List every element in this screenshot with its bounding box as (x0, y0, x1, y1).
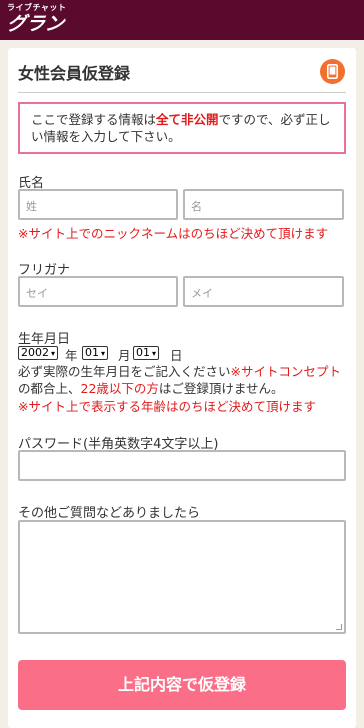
last-kana-input[interactable]: セイ (18, 276, 178, 307)
privacy-notice: ここで登録する情報は全て非公開ですので、必ず正しい情報を入力して下さい。 (18, 102, 346, 154)
notice-text-1: ここで登録する情報は (31, 112, 157, 127)
title-divider (18, 92, 346, 93)
day-unit: 日 (170, 348, 183, 363)
password-input[interactable] (18, 450, 346, 481)
resize-handle-icon[interactable] (336, 624, 342, 630)
birth-day-value: 01 (136, 346, 150, 359)
chevron-down-icon: ▾ (51, 349, 56, 358)
questions-label: その他ご質問などありましたら (18, 506, 201, 521)
birthday-label: 生年月日 (18, 332, 71, 347)
last-name-input[interactable]: 姓 (18, 189, 178, 220)
logo-title: グラン (5, 13, 66, 35)
birth-month-value: 01 (85, 346, 99, 359)
chevron-down-icon: ▾ (101, 349, 106, 358)
site-logo[interactable]: ライブチャット グラン (5, 3, 67, 35)
questions-textarea[interactable] (18, 520, 346, 634)
birth-month-select[interactable]: 01 ▾ (82, 346, 109, 360)
first-name-input[interactable]: 名 (183, 189, 344, 220)
notice-highlight: 全て非公開 (156, 112, 219, 127)
month-unit: 月 (118, 348, 131, 363)
header-bar: ライブチャット グラン (0, 0, 364, 40)
smartphone-icon (320, 59, 345, 84)
first-kana-input[interactable]: メイ (183, 276, 344, 307)
birthday-note-2: の都合上、22歳以下の方はご登録頂けません。 (18, 381, 284, 396)
year-unit: 年 (65, 348, 78, 363)
registration-card: 女性会員仮登録 ここで登録する情報は全て非公開ですので、必ず正しい情報を入力して… (8, 48, 356, 728)
birthday-note-3: ※サイト上で表示する年齢はのちほど決めて頂けます (18, 399, 316, 414)
logo-subtitle: ライブチャット (7, 3, 67, 12)
submit-button[interactable]: 上記内容で仮登録 (18, 660, 346, 710)
chevron-down-icon: ▾ (152, 349, 157, 358)
birth-year-select[interactable]: 2002 ▾ (18, 346, 59, 360)
birthday-note-1: 必ず実際の生年月日をご記入ください※サイトコンセプト (18, 364, 341, 379)
nickname-note: ※サイト上でのニックネームはのちほど決めて頂けます (18, 226, 329, 241)
birth-day-select[interactable]: 01 ▾ (133, 346, 160, 360)
page-title: 女性会員仮登録 (18, 64, 131, 83)
birth-year-value: 2002 (21, 346, 49, 359)
